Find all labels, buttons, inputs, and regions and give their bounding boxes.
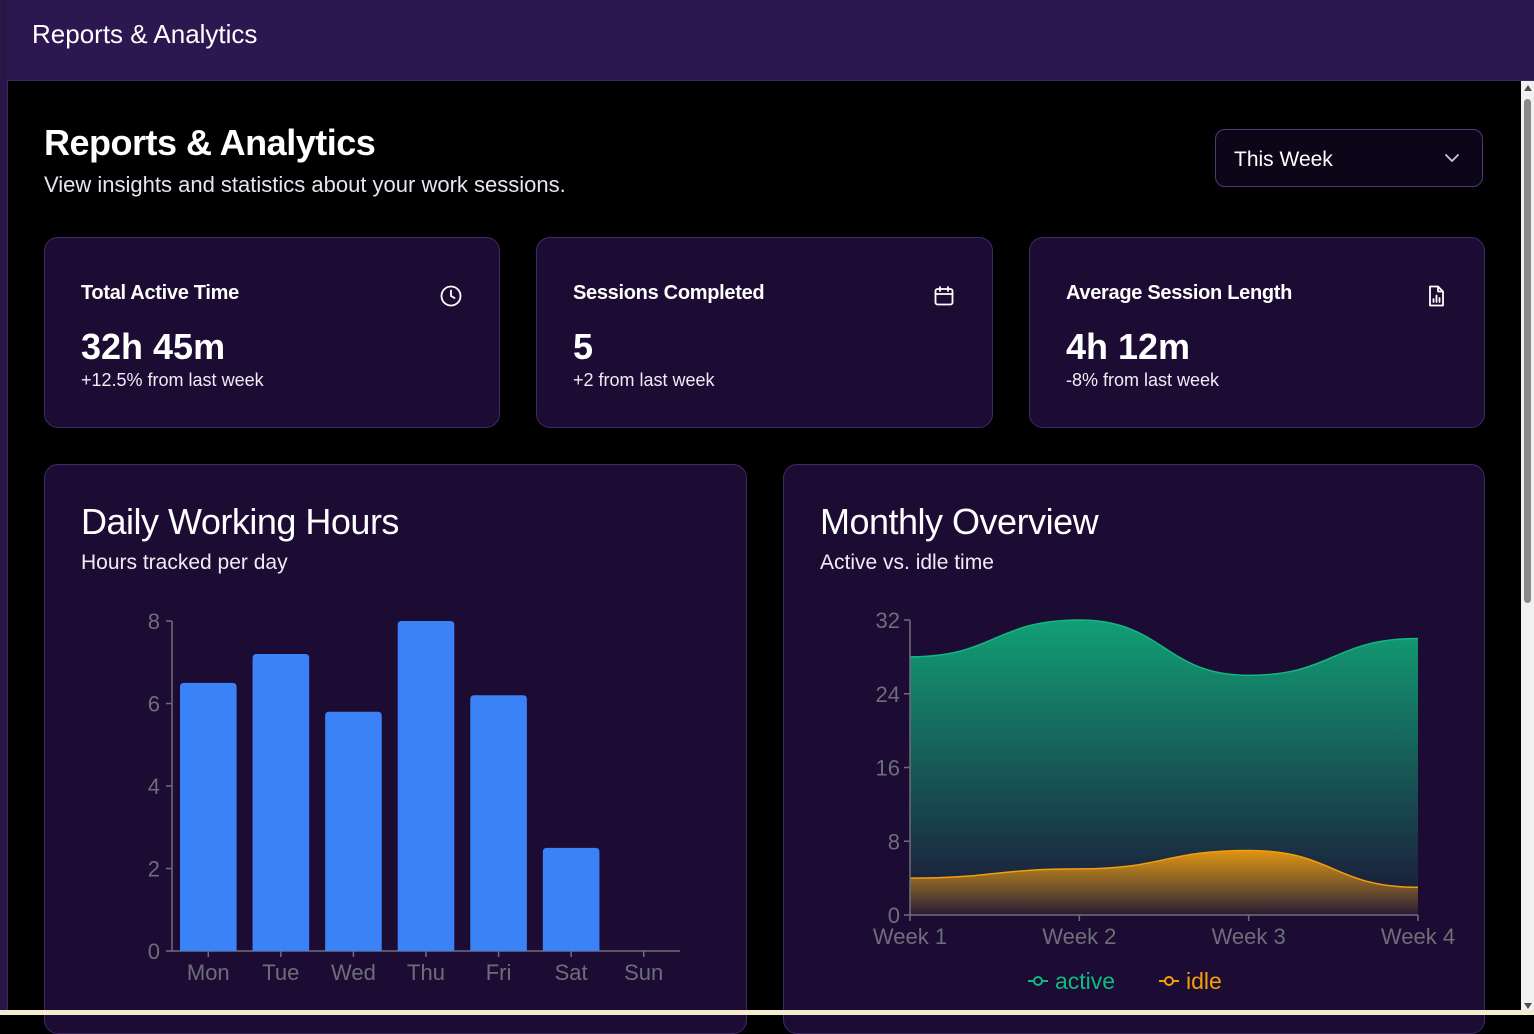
stat-label: Total Active Time (81, 282, 239, 304)
bar-mon (179, 682, 237, 951)
bar-wed (325, 711, 382, 951)
stat-label: Sessions Completed (573, 282, 765, 304)
stat-card-total-active-time: Total Active Time 32h 45m +12.5% from la… (44, 237, 500, 428)
x-tick-label: Thu (407, 960, 445, 985)
y-tick-label: 16 (876, 756, 900, 781)
y-tick-label: 24 (876, 682, 900, 707)
y-tick-label: 2 (148, 857, 160, 882)
window-left-edge (0, 0, 8, 1015)
file-chart-icon (1429, 285, 1444, 307)
stat-value: 32h 45m (81, 326, 226, 367)
legend-label-active: active (1055, 968, 1115, 994)
stat-card-average-session-length: Average Session Length 4h 12m -8% from l… (1029, 237, 1485, 428)
bar-fri (470, 695, 527, 951)
page-title: Reports & Analytics (44, 122, 376, 163)
x-tick-label: Tue (262, 960, 299, 985)
daily-hours-chart: 0 2 4 6 8 Mon Tue Wed Thu Fri Sat Sun (148, 609, 680, 985)
daily-hours-card: Daily Working Hours Hours tracked per da… (44, 464, 747, 1034)
stat-label: Average Session Length (1066, 282, 1293, 304)
stat-delta: +2 from last week (573, 370, 715, 390)
x-tick-label: Week 1 (873, 924, 947, 949)
scroll-up-arrow-icon[interactable] (1524, 85, 1532, 91)
x-tick-label: Week 2 (1042, 924, 1116, 949)
legend-marker-dot (1164, 976, 1174, 986)
page-subtitle: View insights and statistics about your … (44, 172, 566, 197)
monthly-overview-card: Monthly Overview Active vs. idle time 08… (783, 464, 1485, 1034)
y-tick-label: 8 (148, 609, 160, 634)
period-select[interactable]: This Week (1215, 129, 1483, 187)
x-tick-label: Week 3 (1212, 924, 1286, 949)
monthly-overview-chart: 08162432Week 1 Week 2 Week 3 Week 4active id… (873, 608, 1455, 994)
taskbar-edge (0, 1010, 1534, 1015)
window-title: Reports & Analytics (32, 19, 258, 49)
stat-value: 5 (573, 326, 594, 367)
x-tick-label: Fri (486, 960, 512, 985)
x-tick-label: Sun (624, 960, 663, 985)
period-select-value: This Week (1234, 148, 1333, 171)
legend-marker-dot (1033, 976, 1043, 986)
vertical-scrollbar[interactable] (1521, 81, 1534, 1015)
stat-delta: +12.5% from last week (81, 370, 264, 390)
y-tick-label: 6 (148, 692, 160, 717)
stat-delta: -8% from last week (1066, 370, 1220, 390)
legend-label-idle: idle (1186, 968, 1222, 994)
scrollbar-thumb[interactable] (1524, 99, 1531, 603)
clock-icon (440, 285, 462, 307)
stat-value: 4h 12m (1066, 326, 1191, 367)
scroll-down-arrow-icon[interactable] (1524, 1003, 1532, 1009)
y-tick-label: 8 (888, 829, 900, 854)
x-tick-label: Mon (187, 960, 230, 985)
y-tick-label: 4 (148, 774, 160, 799)
x-tick-label: Week 4 (1381, 924, 1455, 949)
x-tick-label: Wed (331, 960, 376, 985)
bar-sat (542, 847, 600, 951)
y-tick-label: 0 (148, 939, 160, 964)
calendar-icon (934, 286, 954, 306)
bar-thu (397, 621, 455, 951)
y-tick-label: 32 (876, 608, 900, 633)
bar-tue (252, 654, 310, 951)
chevron-down-icon (1445, 154, 1459, 162)
stat-card-sessions-completed: Sessions Completed 5 +2 from last week (536, 237, 993, 428)
x-tick-label: Sat (555, 960, 588, 985)
title-bar: Reports & Analytics (7, 0, 1534, 81)
